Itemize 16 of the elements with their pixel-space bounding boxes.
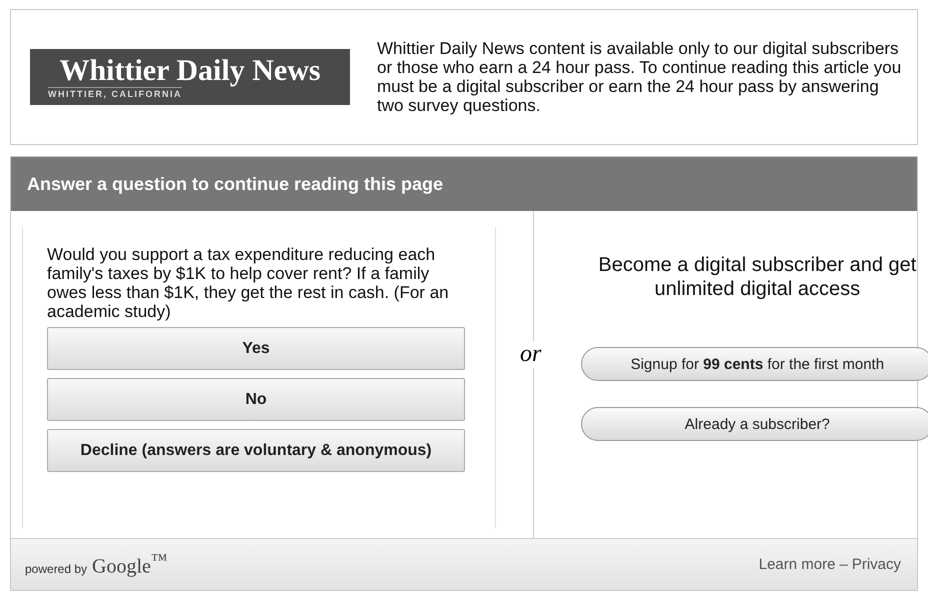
question-text: Would you support a tax expenditure reducing each family's taxes by $1K to help cover rent? If a family owes less than $1K, they get the rest in cash. (For an academic study): [47, 245, 450, 321]
subscribe-button[interactable]: Signup for 99 cents for the first month: [581, 347, 928, 381]
notice-text: Whittier Daily News content is available only to our digital subscribers or those who earn a 24 hour pass. To continue reading this article you must be a digital subscriber or earn the 24 hour pass by answering two survey questions.: [377, 39, 902, 115]
header-title: Answer a question to continue reading this page: [27, 174, 444, 194]
logo-subtitle: WHITTIER, CALIFORNIA: [48, 87, 182, 99]
footer-link[interactable]: Privacy: [852, 556, 901, 573]
link-separator: –: [839, 556, 848, 573]
answer-button[interactable]: Yes: [47, 327, 465, 370]
answer-button[interactable]: Decline (answers are voluntary & anonymous): [47, 429, 465, 472]
brand-text: Google$^{™}$: [92, 550, 168, 579]
logo-title: Whittier Daily News: [59, 55, 321, 87]
powered-by-text: powered by: [25, 562, 88, 576]
answer-button[interactable]: No: [47, 378, 465, 421]
footer-link[interactable]: Learn more: [758, 556, 836, 573]
subscribe-button[interactable]: Already a subscriber?: [581, 407, 928, 441]
offer-text: Become a digital subscriber and get unlimited digital access: [597, 253, 918, 301]
